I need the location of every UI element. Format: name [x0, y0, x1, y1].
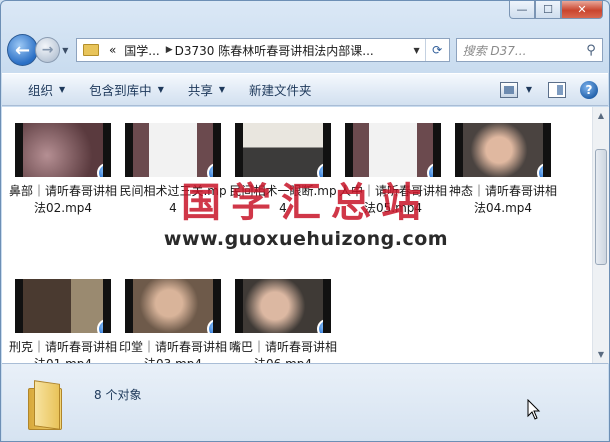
help-icon[interactable]: ? [580, 80, 598, 99]
file-item[interactable]: 嘴巴｜请听春哥讲相法06.mp4 [228, 279, 338, 373]
title-bar: — ☐ ✕ [1, 1, 609, 29]
video-thumbnail [455, 123, 551, 177]
file-name: 民间相术过三关.mp4 [119, 184, 227, 215]
navigation-bar: ← → ▼ « 国学... ▶ D3730 陈春林听春哥讲相法内部课... ▼ … [7, 33, 603, 67]
refresh-icon[interactable]: ⟳ [424, 39, 449, 61]
file-name: 神态｜请听春哥讲相法04.mp4 [448, 184, 557, 215]
file-name: 人中｜请听春哥讲相法05.mp4 [338, 184, 447, 215]
thumbnail-image [243, 279, 323, 333]
file-name: 民间相术一眼断.mp4 [229, 184, 337, 215]
file-name: 鼻部｜请听春哥讲相法02.mp4 [8, 184, 117, 215]
media-player-icon [97, 319, 103, 333]
breadcrumb-current[interactable]: D3730 陈春林听春哥讲相法内部课... [175, 42, 409, 59]
chevron-down-icon: ▼ [59, 85, 66, 94]
breadcrumb-overflow[interactable]: « [105, 43, 120, 57]
new-folder-button[interactable]: 新建文件夹 [237, 74, 324, 105]
file-item[interactable]: 印堂｜请听春哥讲相法03.mp4 [118, 279, 228, 373]
explorer-window: — ☐ ✕ ← → ▼ « 国学... ▶ D3730 陈春林听春哥讲相法内部课… [0, 0, 610, 442]
window-controls: — ☐ ✕ [509, 1, 603, 19]
video-thumbnail [15, 279, 111, 333]
scroll-up-icon[interactable]: ▲ [593, 107, 609, 124]
media-player-icon [207, 319, 213, 333]
chevron-down-icon: ▼ [157, 85, 164, 94]
include-in-library-menu[interactable]: 包含到库中 ▼ [77, 74, 176, 105]
video-thumbnail [15, 123, 111, 177]
media-player-icon [427, 163, 433, 177]
address-bar[interactable]: « 国学... ▶ D3730 陈春林听春哥讲相法内部课... ▼ ⟳ [75, 38, 450, 62]
media-player-icon [207, 163, 213, 177]
mouse-cursor-icon [527, 399, 541, 420]
media-player-icon [317, 163, 323, 177]
video-thumbnail [345, 123, 441, 177]
video-thumbnail [125, 123, 221, 177]
folder-icon [82, 44, 99, 56]
back-button[interactable]: ← [7, 34, 39, 66]
file-item[interactable]: 人中｜请听春哥讲相法05.mp4 [338, 123, 448, 217]
file-item[interactable]: 民间相术一眼断.mp4 [228, 123, 338, 217]
vertical-scrollbar[interactable]: ▲ ▼ [592, 107, 609, 363]
breadcrumb-parent[interactable]: 国学... [120, 42, 163, 59]
file-item[interactable]: 刑克｜请听春哥讲相法01.mp4 [8, 279, 118, 373]
thumbnail-image [243, 123, 323, 177]
file-item[interactable]: 民间相术过三关.mp4 [118, 123, 228, 217]
video-thumbnail [125, 279, 221, 333]
organize-label: 组织 [28, 83, 54, 98]
thumbnail-image [133, 279, 213, 333]
thumbnail-image [463, 123, 543, 177]
file-item[interactable]: 鼻部｜请听春哥讲相法02.mp4 [8, 123, 118, 217]
search-icon[interactable]: ⚲ [580, 43, 602, 58]
maximize-button[interactable]: ☐ [535, 1, 561, 19]
address-dropdown-icon[interactable]: ▼ [409, 46, 425, 55]
thumbnail-image [23, 279, 103, 333]
view-options-chevron-icon[interactable]: ▼ [526, 85, 532, 94]
video-thumbnail [235, 279, 331, 333]
chevron-down-icon: ▼ [218, 85, 226, 94]
search-input[interactable]: 搜索 D37... ⚲ [455, 38, 603, 62]
thumbnail-image [133, 123, 213, 177]
item-count: 8 个对象 [94, 388, 142, 402]
details-pane: 8 个对象 [2, 363, 608, 441]
share-label: 共享 [187, 83, 213, 98]
command-bar: 组织 ▼ 包含到库中 ▼ 共享 ▼ 新建文件夹 ▼ ? [2, 73, 608, 106]
change-view-icon[interactable] [499, 81, 518, 98]
folder-front-shape [34, 380, 60, 430]
share-menu[interactable]: 共享 ▼ [176, 74, 237, 105]
scroll-down-icon[interactable]: ▼ [593, 346, 609, 363]
file-list-pane[interactable]: 鼻部｜请听春哥讲相法02.mp4 民间相术过三关.mp4 民间相术一眼断.mp4… [2, 107, 592, 371]
include-library-label: 包含到库中 [89, 83, 152, 98]
forward-button[interactable]: → [35, 37, 61, 63]
preview-pane-icon[interactable] [548, 81, 566, 98]
media-player-icon [317, 319, 323, 333]
video-thumbnail [235, 123, 331, 177]
minimize-button[interactable]: — [509, 1, 535, 19]
scroll-thumb[interactable] [595, 149, 607, 265]
thumbnail-image [353, 123, 433, 177]
breadcrumb-separator-icon[interactable]: ▶ [164, 45, 175, 55]
file-item[interactable]: 神态｜请听春哥讲相法04.mp4 [448, 123, 558, 217]
folder-icon [28, 380, 70, 430]
close-button[interactable]: ✕ [561, 1, 603, 19]
media-player-icon [537, 163, 543, 177]
history-dropdown-icon[interactable]: ▼ [62, 46, 72, 55]
thumbnail-image [23, 123, 103, 177]
search-placeholder: 搜索 D37... [462, 43, 527, 58]
toolbar-right: ▼ ? [499, 80, 608, 99]
media-player-icon [97, 163, 103, 177]
organize-menu[interactable]: 组织 ▼ [18, 74, 77, 105]
new-folder-label: 新建文件夹 [249, 83, 312, 98]
